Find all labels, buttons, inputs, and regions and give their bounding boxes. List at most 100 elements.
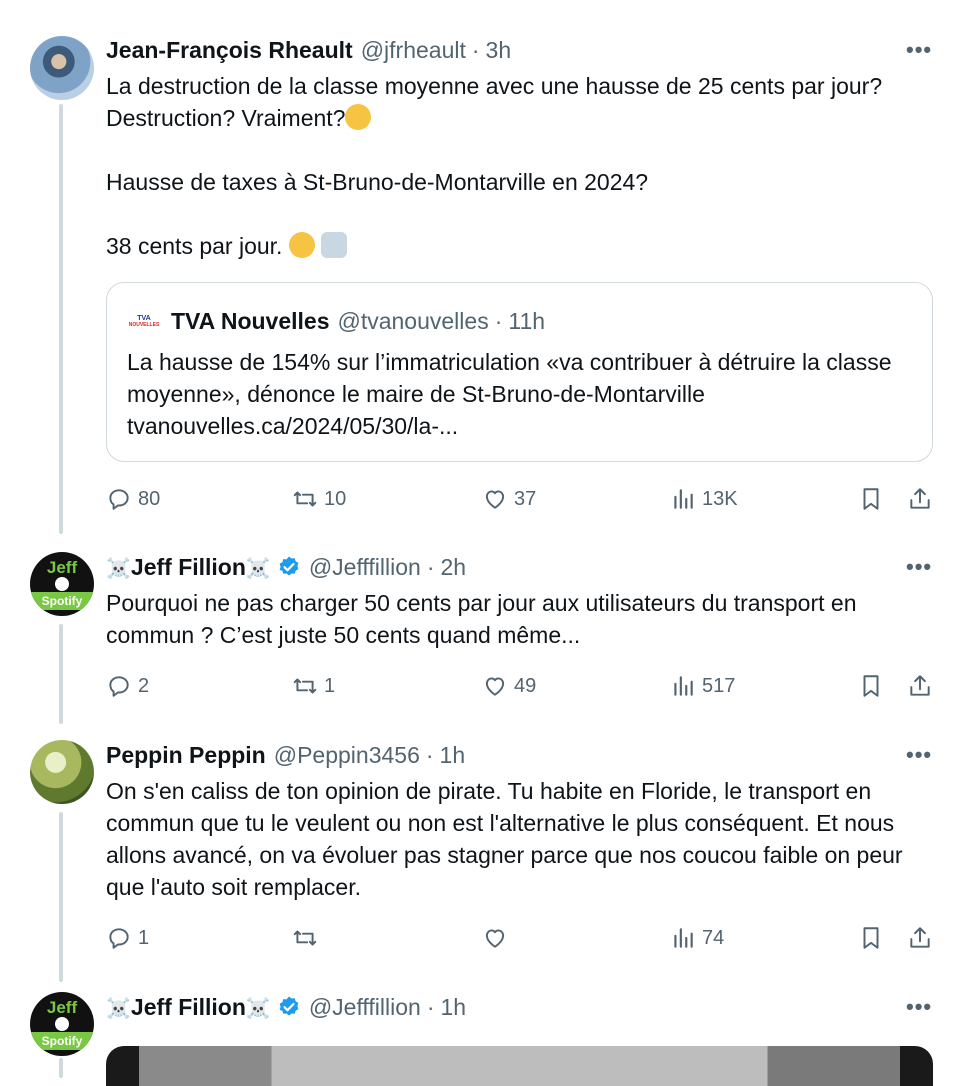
repost-button[interactable]: 10	[292, 484, 346, 514]
text-line: 38 cents par jour.	[106, 230, 946, 262]
timestamp[interactable]: 2h	[441, 554, 467, 581]
like-count: 37	[514, 487, 537, 510]
reply-button[interactable]: 80	[106, 484, 160, 514]
repost-button[interactable]	[292, 923, 318, 953]
repost-icon	[293, 491, 317, 507]
quoted-tweet-header: TVA NOUVELLES TVA Nouvelles @tvanouvelle…	[127, 307, 545, 335]
bookmark-button[interactable]	[858, 671, 884, 701]
views-icon	[674, 676, 693, 696]
thread-line	[59, 104, 63, 534]
share-icon	[910, 927, 930, 948]
views-button[interactable]: 517	[670, 671, 735, 701]
bookmark-icon	[863, 927, 879, 949]
heart-icon	[485, 677, 505, 696]
like-button[interactable]: 37	[482, 484, 536, 514]
tweet-text: La destruction de la classe moyenne avec…	[106, 70, 946, 262]
reply-icon	[109, 489, 129, 510]
tweet-actions: 80 10 37 13K	[106, 484, 936, 514]
spotify-icon	[55, 1016, 69, 1031]
timestamp[interactable]: 1h	[440, 742, 466, 769]
reply-icon	[109, 676, 129, 697]
author-name[interactable]: Jean-François Rheault	[106, 37, 353, 64]
share-icon	[910, 675, 930, 696]
heart-icon	[485, 929, 505, 948]
like-button[interactable]: 49	[482, 671, 536, 701]
reply-count: 2	[138, 674, 150, 697]
author-name[interactable]: ☠️Jeff Fillion☠️	[106, 994, 271, 1021]
reply-button[interactable]: 1	[106, 923, 149, 953]
thread-line	[59, 1058, 63, 1078]
share-button[interactable]	[907, 484, 933, 514]
repost-icon	[293, 678, 317, 694]
tweet-actions: 2 1 49 517	[106, 671, 936, 701]
reply-button[interactable]: 2	[106, 671, 149, 701]
reply-icon	[109, 928, 129, 949]
thread-line	[59, 812, 63, 982]
media-preview[interactable]	[106, 1046, 933, 1086]
repost-icon	[293, 930, 317, 946]
quoted-timestamp: 11h	[508, 307, 546, 334]
author-handle[interactable]: @jfrheault	[361, 37, 466, 64]
like-button[interactable]	[482, 923, 508, 953]
views-icon	[674, 489, 693, 509]
bookmark-icon	[863, 488, 879, 510]
thread-line	[59, 624, 63, 724]
monocle-face-icon	[288, 232, 315, 258]
more-options-button[interactable]: •••	[906, 993, 932, 1021]
verified-badge-icon	[277, 555, 301, 579]
tweet-actions: 1 74	[106, 923, 936, 953]
bookmark-button[interactable]	[858, 923, 884, 953]
tweet-header: ☠️Jeff Fillion☠️ @Jefffillion · 1h	[106, 993, 466, 1021]
views-count: 517	[702, 674, 736, 697]
views-button[interactable]: 74	[670, 923, 724, 953]
quoted-author-handle: @tvanouvelles	[337, 307, 489, 334]
text-line: Destruction? Vraiment?	[106, 102, 946, 134]
verified-badge-icon	[277, 995, 301, 1019]
author-handle[interactable]: @Jefffillion	[309, 994, 421, 1021]
views-button[interactable]: 13K	[670, 484, 738, 514]
tva-logo: TVA NOUVELLES	[128, 314, 160, 328]
author-handle[interactable]: @Jefffillion	[309, 554, 421, 581]
author-name[interactable]: ☠️Jeff Fillion☠️	[106, 554, 271, 581]
more-options-button[interactable]: •••	[906, 36, 932, 64]
separator-dot: ·	[426, 553, 435, 580]
share-button[interactable]	[907, 923, 933, 953]
views-count: 74	[702, 926, 725, 949]
heart-icon	[485, 490, 505, 509]
bookmark-button[interactable]	[858, 484, 884, 514]
bookmark-icon	[863, 675, 879, 697]
text-line: Hausse de taxes à St-Bruno-de-Montarvill…	[106, 169, 649, 195]
timestamp[interactable]: 1h	[441, 994, 467, 1021]
share-icon	[910, 488, 930, 509]
repost-button[interactable]: 1	[292, 671, 335, 701]
tweet-header: ☠️Jeff Fillion☠️ @Jefffillion · 2h	[106, 553, 466, 581]
repost-count: 1	[324, 674, 336, 697]
timestamp[interactable]: 3h	[486, 37, 512, 64]
reply-count: 80	[138, 487, 161, 510]
repost-count: 10	[324, 487, 347, 510]
more-options-button[interactable]: •••	[906, 741, 932, 769]
tweet-text: Pourquoi ne pas charger 50 cents par jou…	[106, 590, 857, 648]
more-options-button[interactable]: •••	[906, 553, 932, 581]
quoted-tweet-card[interactable]: TVA NOUVELLES TVA Nouvelles @tvanouvelle…	[106, 282, 933, 462]
separator-dot: ·	[471, 36, 480, 63]
spotify-icon	[55, 576, 69, 591]
avatar[interactable]	[30, 36, 94, 100]
views-count: 13K	[702, 487, 738, 510]
avatar[interactable]: Jeff Spotify	[30, 992, 94, 1056]
avatar[interactable]	[30, 740, 94, 804]
separator-dot: ·	[426, 993, 435, 1020]
separator-dot: ·	[425, 741, 434, 768]
share-button[interactable]	[907, 671, 933, 701]
avatar[interactable]: Jeff Spotify	[30, 552, 94, 616]
tweet-header: Peppin Peppin @Peppin3456 · 1h	[106, 741, 465, 769]
shrugging-person-icon	[321, 232, 348, 258]
views-icon	[674, 928, 693, 948]
reply-count: 1	[138, 926, 150, 949]
author-name[interactable]: Peppin Peppin	[106, 742, 266, 769]
quoted-tweet-text: La hausse de 154% sur l’immatriculation …	[127, 349, 892, 439]
like-count: 49	[514, 674, 537, 697]
quoted-author-name: TVA Nouvelles	[171, 307, 330, 334]
separator-dot: ·	[494, 307, 503, 334]
author-handle[interactable]: @Peppin3456	[274, 742, 420, 769]
